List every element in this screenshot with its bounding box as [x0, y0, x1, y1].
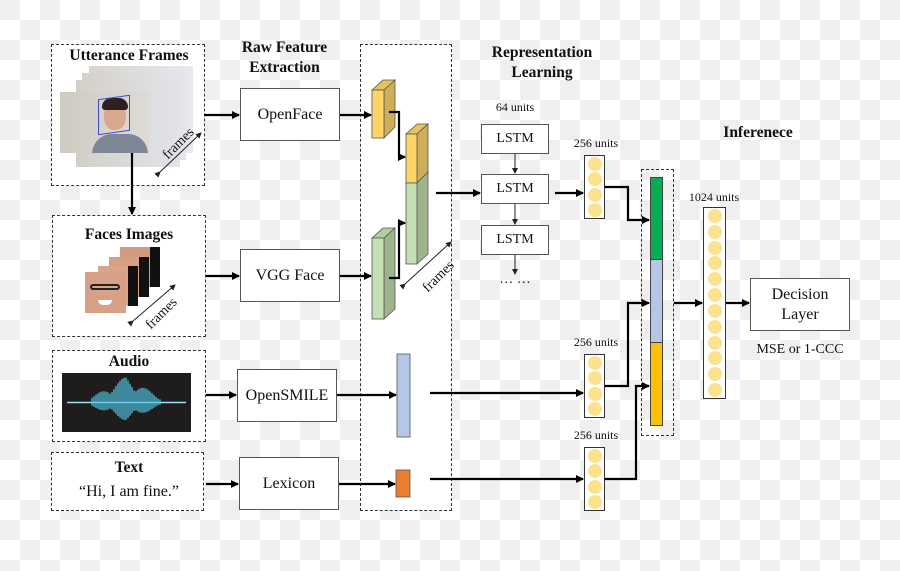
feature-frames-axis-arrow — [399, 241, 452, 290]
connections — [127, 110, 750, 488]
arrow-visual-dense-to-concat — [605, 185, 650, 224]
arrow-text-dense-to-concat — [605, 382, 650, 481]
arrow-audio-dense-to-concat — [605, 299, 650, 388]
faces-frames-axis-arrow — [127, 284, 176, 327]
utterance-frames-axis-arrow — [154, 132, 202, 178]
arrow-vgg-to-combined — [389, 219, 406, 280]
arrow-openface-to-combined — [389, 110, 406, 161]
